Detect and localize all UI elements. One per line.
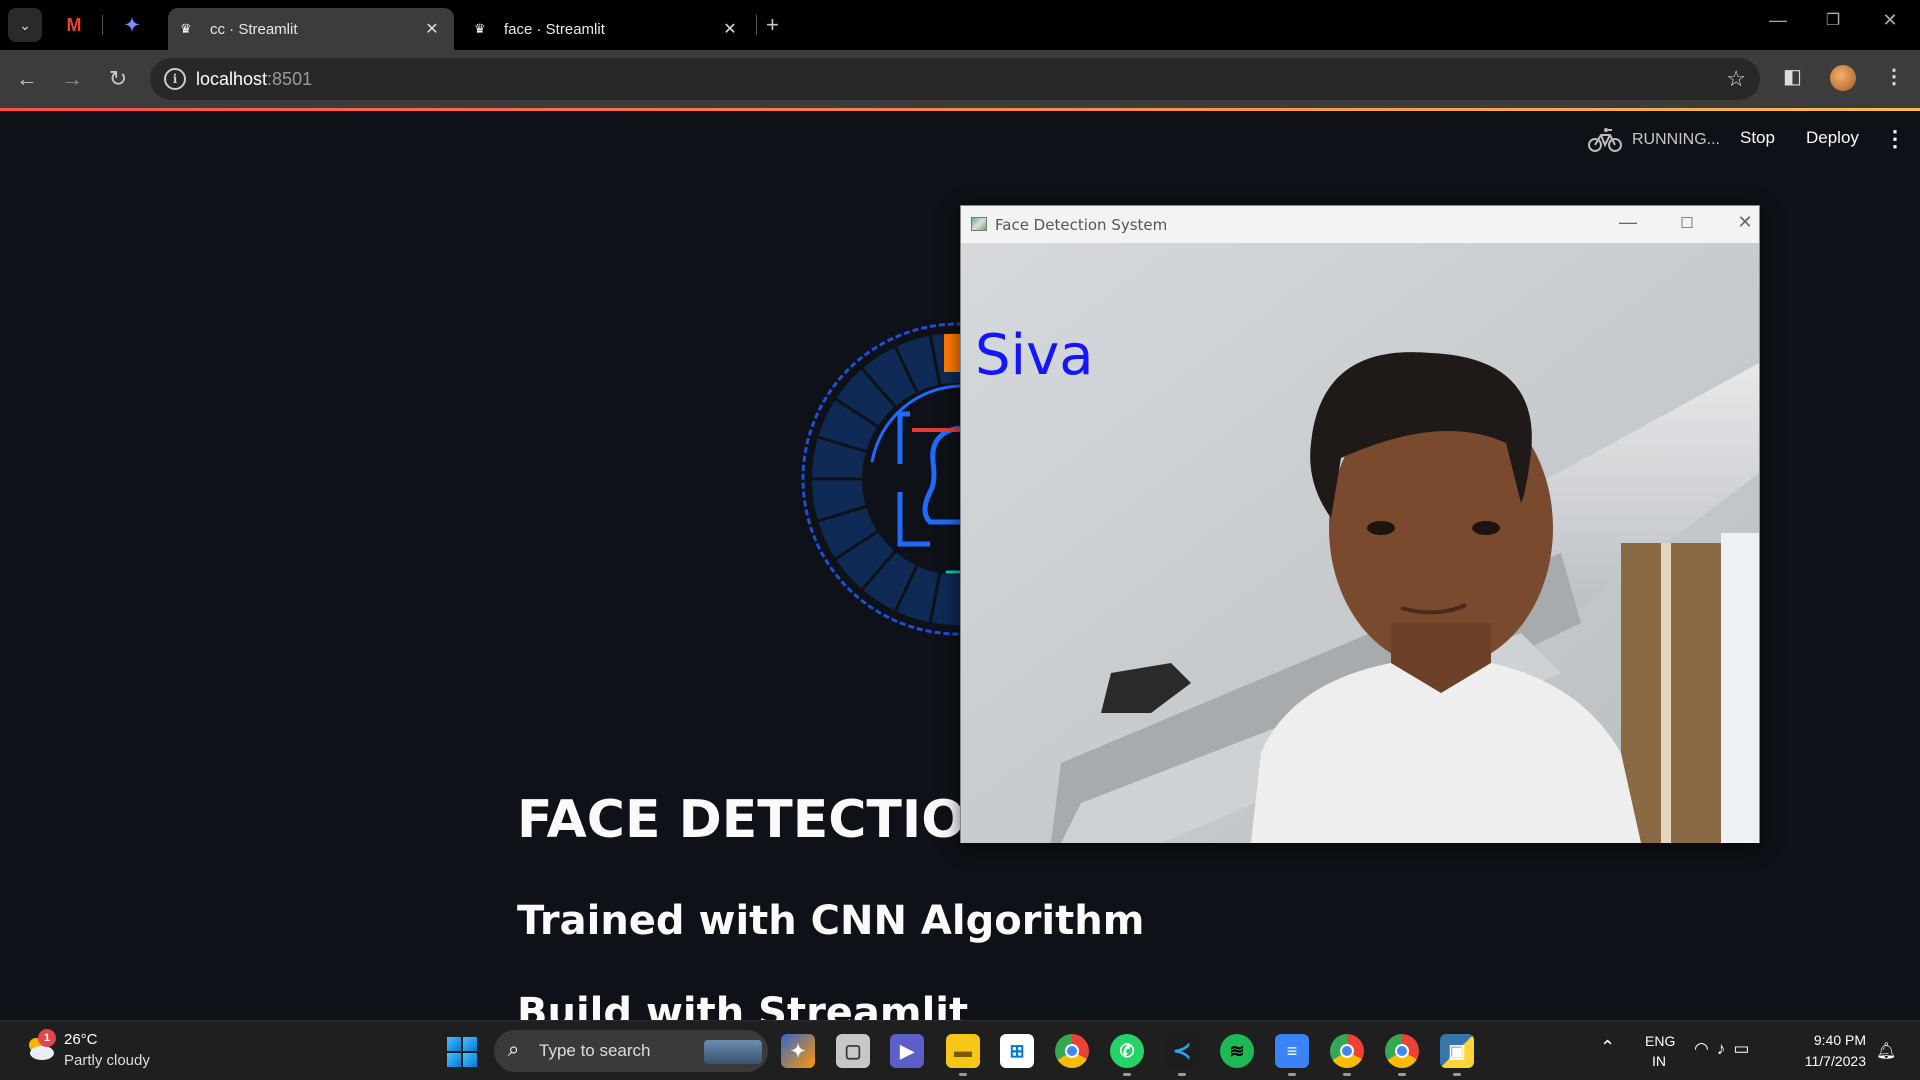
tab-cc-streamlit[interactable]: ♛ cc · Streamlit ✕	[168, 8, 454, 50]
search-placeholder: Type to search	[539, 1041, 651, 1060]
gmail-icon[interactable]: M	[60, 11, 88, 39]
vscode-icon[interactable]: ≺	[1165, 1034, 1199, 1068]
running-indicator	[1343, 1073, 1351, 1076]
stop-button[interactable]: Stop	[1740, 128, 1775, 148]
chrome-icon[interactable]	[1055, 1034, 1089, 1068]
cv-window-titlebar[interactable]: Face Detection System — ☐ ✕	[961, 206, 1759, 243]
webcam-frame: Siva	[961, 243, 1759, 843]
window-app-icon	[971, 217, 987, 231]
browser-tab-strip: ⌄ M ✦ ♛ cc · Streamlit ✕ ♛ face · Stream…	[0, 0, 1920, 50]
running-indicator	[1123, 1073, 1131, 1076]
close-icon[interactable]: ✕	[720, 19, 740, 39]
volume-icon[interactable]: ♪	[1717, 1039, 1734, 1058]
chevron-up-icon[interactable]: ⌃	[1600, 1037, 1615, 1058]
running-status: RUNNING...	[1588, 126, 1720, 154]
back-button[interactable]: ←	[12, 64, 42, 94]
running-indicator	[1398, 1073, 1406, 1076]
wifi-icon[interactable]: ◠	[1694, 1039, 1717, 1058]
microsoft-store-icon[interactable]: ⊞	[1000, 1034, 1034, 1068]
file-explorer-icon[interactable]: ▬	[946, 1034, 980, 1068]
running-indicator	[1288, 1073, 1296, 1076]
profile-avatar[interactable]	[1830, 65, 1856, 91]
weather-badge: 1	[38, 1029, 56, 1047]
search-highlight-image	[704, 1040, 762, 1064]
reload-button[interactable]: ↻	[103, 64, 133, 94]
cv-maximize-button[interactable]: ☐	[1672, 214, 1702, 232]
system-tray-icons[interactable]: ◠♪▭	[1694, 1039, 1757, 1059]
tab-separator	[756, 15, 757, 35]
detected-name-label: Siva	[975, 323, 1094, 388]
address-url[interactable]: localhost:8501	[196, 69, 312, 90]
window-restore-button[interactable]: ❐	[1818, 10, 1848, 30]
battery-icon[interactable]: ▭	[1733, 1039, 1757, 1058]
windows-taskbar: 1 26°C Partly cloudy ⌕ Type to search ✦ …	[0, 1020, 1920, 1080]
tab-title: face · Streamlit	[504, 20, 605, 38]
url-host: localhost	[196, 69, 268, 89]
search-icon: ⌕	[508, 1039, 520, 1061]
notepad-icon[interactable]: ≡	[1275, 1034, 1309, 1068]
tab-title: cc · Streamlit	[210, 20, 298, 38]
site-info-icon[interactable]: i	[164, 68, 186, 90]
forward-button[interactable]: →	[57, 64, 87, 94]
window-minimize-button[interactable]: —	[1763, 10, 1793, 31]
whatsapp-icon[interactable]: ✆	[1110, 1034, 1144, 1068]
clock-date[interactable]: 11/7/2023	[1796, 1053, 1866, 1069]
tab-search-button[interactable]: ⌄	[8, 8, 42, 42]
running-indicator	[1453, 1073, 1461, 1076]
notification-bell-icon[interactable]: 🔔︎	[1876, 1041, 1896, 1061]
cv-window-title: Face Detection System	[995, 216, 1168, 234]
windows-start-icon[interactable]	[447, 1037, 477, 1067]
clock-time[interactable]: 9:40 PM	[1808, 1032, 1866, 1048]
python-icon[interactable]: ▣	[1440, 1034, 1474, 1068]
cv-close-button[interactable]: ✕	[1730, 212, 1760, 233]
address-bar[interactable]: i localhost:8501 ☆	[150, 58, 1760, 100]
spotify-icon[interactable]: ≋	[1220, 1034, 1254, 1068]
main-menu-icon[interactable]: ⋮	[1884, 126, 1906, 152]
face-scan-logo	[801, 322, 970, 636]
tab-face-streamlit[interactable]: ♛ face · Streamlit ✕	[462, 8, 752, 50]
streamlit-header-decoration	[0, 108, 1920, 111]
chrome-profile-n-icon[interactable]	[1385, 1034, 1419, 1068]
side-panel-icon[interactable]: ◧	[1783, 64, 1802, 89]
window-close-button[interactable]: ✕	[1875, 10, 1905, 31]
browser-toolbar: ← → ↻ i localhost:8501 ☆ ◧ ⋮	[0, 50, 1920, 108]
region-indicator[interactable]: IN	[1652, 1053, 1666, 1069]
task-view-icon[interactable]: ▢	[836, 1034, 870, 1068]
url-port: :8501	[267, 69, 313, 89]
running-indicator	[1178, 1073, 1186, 1076]
bike-icon	[1588, 128, 1622, 152]
tab-separator	[102, 15, 103, 35]
taskbar-search[interactable]: ⌕ Type to search	[494, 1030, 768, 1072]
page-subtitle: Trained with CNN Algorithm	[517, 898, 1145, 944]
cv-minimize-button[interactable]: —	[1613, 212, 1643, 233]
copilot-icon[interactable]: ✦	[781, 1034, 815, 1068]
gemini-icon[interactable]: ✦	[118, 11, 146, 39]
screen: ⌄ M ✦ ♛ cc · Streamlit ✕ ♛ face · Stream…	[0, 0, 1920, 1080]
weather-desc[interactable]: Partly cloudy	[64, 1052, 150, 1069]
chrome-menu-icon[interactable]: ⋮	[1884, 64, 1904, 89]
close-icon[interactable]: ✕	[422, 19, 442, 39]
running-status-text: RUNNING...	[1632, 131, 1720, 148]
deploy-button[interactable]: Deploy	[1806, 128, 1859, 148]
running-indicator	[959, 1073, 967, 1076]
face-detection-window[interactable]: Face Detection System — ☐ ✕ Siva	[960, 205, 1760, 843]
chrome-profile-icon[interactable]	[1330, 1034, 1364, 1068]
bookmark-star-icon[interactable]: ☆	[1726, 66, 1746, 92]
page-title: FACE DETECTION	[517, 790, 1009, 850]
language-indicator[interactable]: ENG	[1645, 1033, 1675, 1049]
teams-chat-icon[interactable]: ▶	[890, 1034, 924, 1068]
new-tab-button[interactable]: +	[766, 12, 779, 38]
streamlit-crown-icon: ♛	[474, 21, 486, 36]
streamlit-crown-icon: ♛	[180, 21, 192, 36]
weather-temp[interactable]: 26°C	[64, 1031, 98, 1048]
